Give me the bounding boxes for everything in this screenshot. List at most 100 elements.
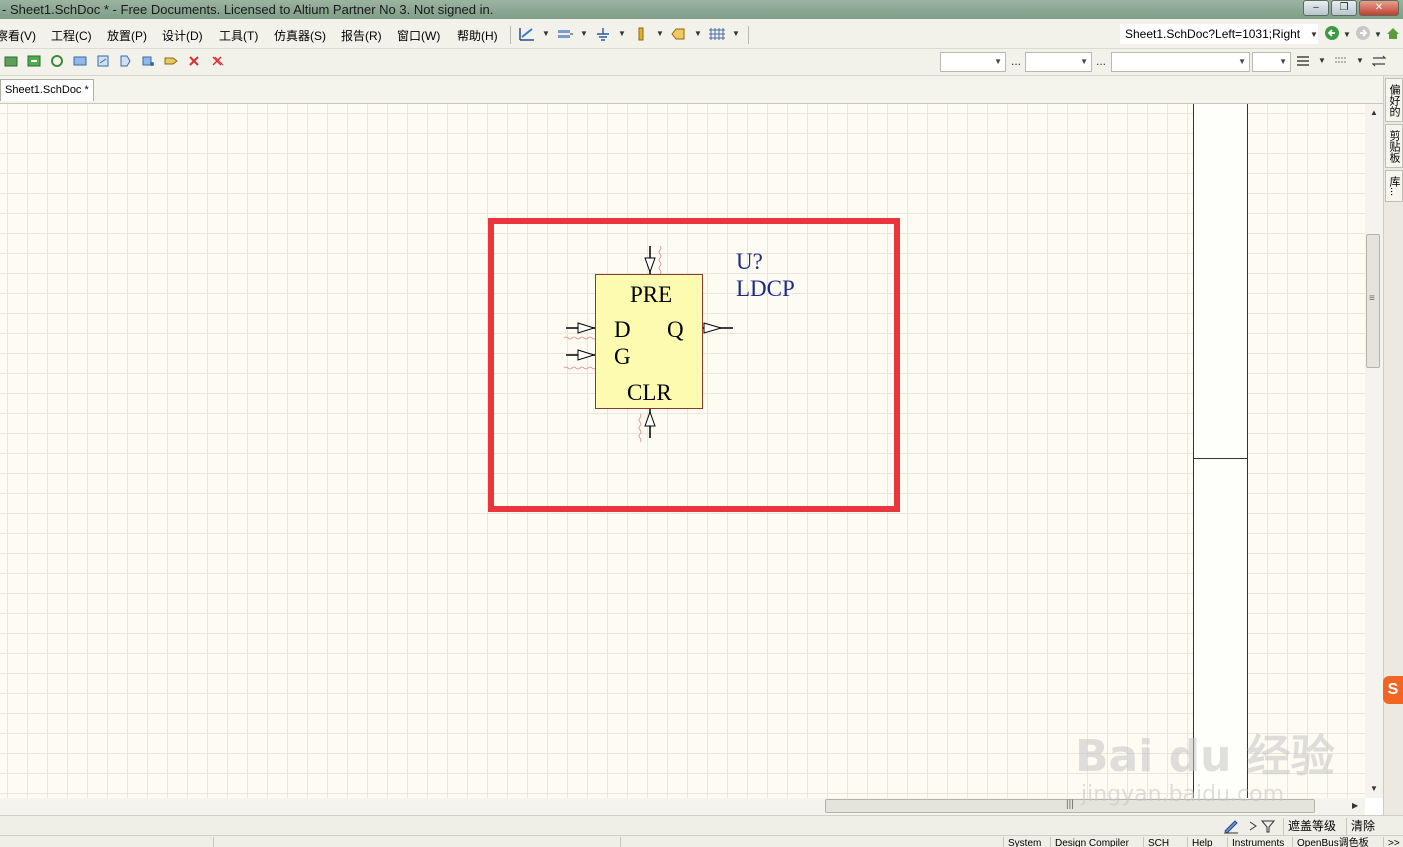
menu-help[interactable]: 帮助(H)	[457, 27, 498, 44]
chevron-down-icon[interactable]: ▼	[1343, 30, 1351, 39]
no-erc-icon[interactable]	[187, 54, 201, 68]
scroll-up-icon[interactable]: ▲	[1370, 108, 1378, 117]
panel-design-compiler[interactable]: Design Compiler	[1050, 837, 1138, 847]
pin-label-d: D	[614, 317, 631, 342]
window-title: - Sheet1.SchDoc * - Free Documents. Lice…	[2, 2, 494, 17]
panel-status-bar: System Design Compiler SCH Help Instrume…	[0, 835, 1403, 847]
vertical-scroll-thumb[interactable]: ≡	[1366, 234, 1380, 368]
pin-label-g: G	[614, 344, 631, 369]
more-options[interactable]: ...	[1011, 54, 1021, 68]
menu-tools[interactable]: 工具(T)	[219, 27, 258, 44]
tab-sheet1[interactable]: Sheet1.SchDoc *	[0, 79, 94, 101]
component-designator[interactable]: U?	[736, 250, 763, 273]
menu-simulator[interactable]: 仿真器(S)	[274, 27, 326, 44]
sogou-input-icon[interactable]: S	[1383, 676, 1403, 704]
component-body[interactable]: PRE D Q G CLR	[595, 274, 703, 409]
chevron-down-icon[interactable]: ▼	[580, 29, 588, 38]
panel-help[interactable]: Help	[1187, 837, 1225, 847]
wire-tool-icon[interactable]	[518, 26, 536, 42]
side-panel-tabs: 偏好的 剪贴板 库...	[1383, 76, 1403, 847]
grid-icon[interactable]	[708, 26, 726, 42]
panel-openbus[interactable]: OpenBus调色板	[1292, 837, 1380, 847]
chevron-down-icon[interactable]: ▼	[1310, 30, 1318, 39]
chevron-down-icon[interactable]: ▼	[656, 29, 664, 38]
compile-icon[interactable]	[50, 54, 64, 68]
menu-project[interactable]: 工程(C)	[51, 27, 92, 44]
font-combo[interactable]: ▼	[940, 52, 1006, 72]
sheet-icon[interactable]	[73, 54, 87, 68]
directive-icon[interactable]	[164, 54, 178, 68]
vertical-scrollbar[interactable]: ▲ ▼	[1365, 104, 1383, 798]
bus-tool-icon[interactable]	[556, 26, 574, 42]
close-button[interactable]: ✕	[1359, 0, 1399, 16]
net-label-icon[interactable]	[670, 26, 688, 42]
schematic-canvas[interactable]: PRE D Q G CLR U? LDCP	[0, 104, 1365, 798]
pin-label-clr: CLR	[627, 380, 672, 405]
style-combo[interactable]: ▼	[1111, 52, 1250, 72]
minimize-button[interactable]: –	[1303, 0, 1329, 16]
chevron-down-icon: ▼	[1238, 57, 1246, 66]
tab-clipboard[interactable]: 剪贴板	[1385, 124, 1403, 168]
window-controls: – ❐ ✕	[1303, 0, 1399, 16]
port-icon[interactable]	[96, 54, 110, 68]
document-tab-bar: Sheet1.SchDoc *	[0, 76, 1383, 104]
sheet-entry-icon[interactable]	[141, 54, 155, 68]
menu-design[interactable]: 设计(D)	[162, 27, 203, 44]
pin-label-q: Q	[667, 317, 684, 342]
back-arrow-icon[interactable]	[1324, 25, 1340, 41]
mask-level-button[interactable]: 遮盖等级	[1283, 818, 1340, 835]
menu-view[interactable]: 察看(V)	[0, 27, 36, 44]
component-comment[interactable]: LDCP	[736, 277, 795, 300]
chevron-down-icon[interactable]: ▼	[732, 29, 740, 38]
chevron-down-icon[interactable]: ▼	[1318, 56, 1326, 65]
toolbar-separator	[748, 26, 749, 44]
pin-q	[703, 322, 733, 334]
filter-icon[interactable]	[1248, 819, 1278, 833]
maximize-button[interactable]: ❐	[1331, 0, 1357, 16]
horizontal-scroll-thumb[interactable]: |||	[825, 799, 1315, 813]
panel-instruments[interactable]: Instruments	[1227, 837, 1291, 847]
menu-place[interactable]: 放置(P)	[107, 27, 147, 44]
clear-button[interactable]: 清除	[1346, 818, 1379, 835]
forward-arrow-icon[interactable]	[1355, 25, 1371, 41]
panel-system[interactable]: System	[1003, 837, 1046, 847]
align-icon[interactable]	[1372, 54, 1386, 68]
toolbar-separator	[510, 26, 511, 44]
power-port-icon[interactable]	[632, 26, 650, 42]
status-bar: 遮盖等级 清除	[0, 815, 1403, 835]
line-style-icon[interactable]	[1296, 54, 1310, 68]
menu-reports[interactable]: 报告(R)	[341, 27, 382, 44]
size-combo[interactable]: ▼	[1025, 52, 1092, 72]
pin-g	[563, 349, 597, 370]
ground-icon[interactable]	[594, 26, 612, 42]
chevron-down-icon[interactable]: ▼	[618, 29, 626, 38]
compile-mask-icon[interactable]	[210, 54, 224, 68]
chevron-down-icon[interactable]: ▼	[1374, 30, 1382, 39]
chevron-down-icon[interactable]: ▼	[1356, 56, 1364, 65]
dash-style-icon[interactable]	[1334, 54, 1348, 68]
grip-icon: ≡	[1369, 293, 1375, 304]
panel-sch[interactable]: SCH	[1143, 837, 1183, 847]
chevron-down-icon[interactable]: ▼	[542, 29, 550, 38]
pin-pre	[644, 245, 662, 275]
grip-icon: |||	[1066, 799, 1074, 810]
panel-more[interactable]: >>	[1383, 837, 1403, 847]
open-project-icon[interactable]	[4, 54, 18, 68]
scroll-right-icon[interactable]: ▶	[1352, 801, 1358, 810]
pen-icon[interactable]	[1222, 818, 1240, 834]
more-options[interactable]: ...	[1096, 54, 1106, 68]
home-icon[interactable]	[1385, 25, 1401, 41]
tab-libraries[interactable]: 库...	[1385, 170, 1403, 202]
menu-window[interactable]: 窗口(W)	[397, 27, 440, 44]
pin-clr	[638, 409, 656, 443]
status-divider	[213, 837, 214, 847]
tab-favorites[interactable]: 偏好的	[1385, 78, 1403, 122]
chevron-down-icon[interactable]: ▼	[694, 29, 702, 38]
address-field[interactable]: Sheet1.SchDoc?Left=1031;Right	[1120, 24, 1318, 44]
schematic-toolbar: ▼ ... ▼ ... ▼ ▼ ▼ ▼	[0, 49, 1403, 76]
scroll-down-icon[interactable]: ▼	[1370, 784, 1378, 793]
add-document-icon[interactable]	[27, 54, 41, 68]
chevron-down-icon: ▼	[1080, 57, 1088, 66]
width-combo[interactable]: ▼	[1252, 52, 1291, 72]
harness-icon[interactable]	[118, 54, 132, 68]
